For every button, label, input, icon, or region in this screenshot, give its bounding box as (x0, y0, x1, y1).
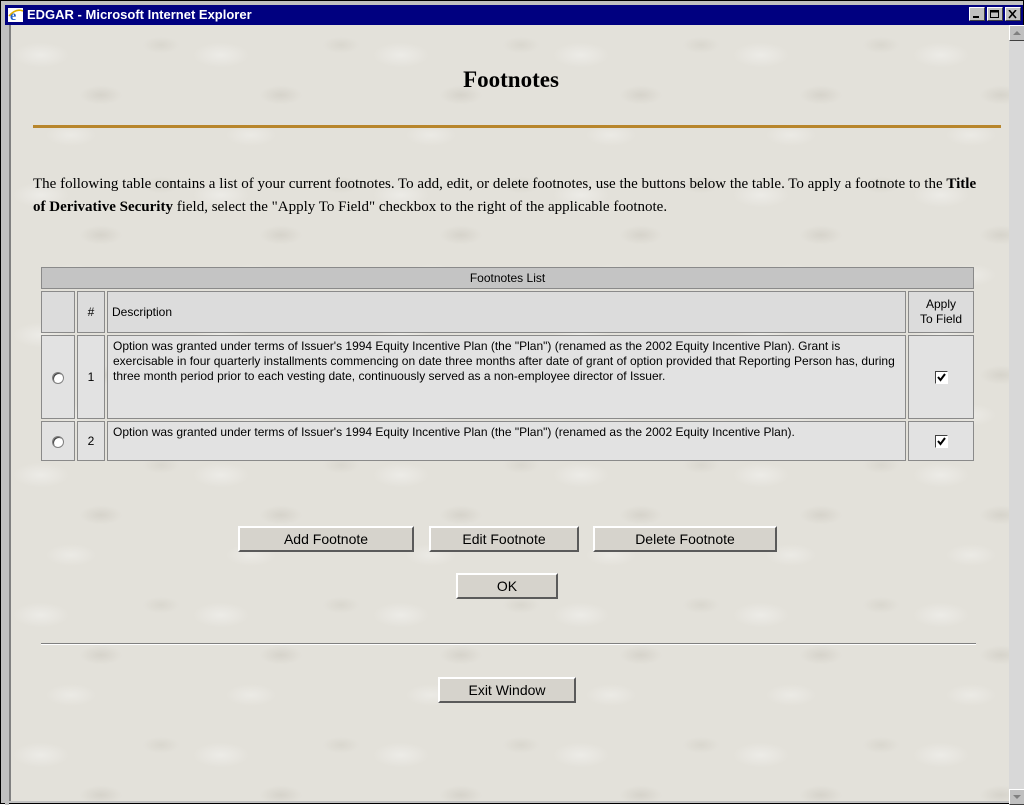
checkmark-icon (936, 373, 946, 382)
footnote-2-apply-checkbox[interactable] (934, 435, 948, 449)
close-button[interactable] (1005, 7, 1021, 21)
header-select (41, 291, 75, 333)
exit-window-button[interactable]: Exit Window (438, 677, 576, 703)
apply-cell (908, 335, 974, 419)
footnote-number: 2 (77, 421, 105, 461)
table-row: 2 Option was granted under terms of Issu… (41, 421, 974, 461)
add-footnote-button[interactable]: Add Footnote (238, 526, 414, 552)
header-apply-line2: To Field (919, 312, 963, 326)
intro-text: The following table contains a list of y… (33, 173, 983, 219)
internet-explorer-icon: e (8, 7, 24, 24)
table-row: 1 Option was granted under terms of Issu… (41, 335, 974, 419)
scroll-up-button[interactable] (1009, 25, 1024, 41)
arrow-up-icon (1013, 31, 1021, 35)
intro-text-part1: The following table contains a list of y… (33, 176, 947, 192)
page-title: Footnotes (463, 67, 559, 92)
title-bar[interactable]: e EDGAR - Microsoft Internet Explorer (5, 5, 1023, 25)
row-select-cell (41, 335, 75, 419)
ok-button[interactable]: OK (456, 573, 558, 599)
footnote-number: 1 (77, 335, 105, 419)
footnote-1-radio[interactable] (52, 371, 64, 384)
maximize-button[interactable] (987, 7, 1003, 21)
footnote-description: Option was granted under terms of Issuer… (107, 335, 906, 419)
intro-text-part2: field, select the "Apply To Field" check… (172, 199, 668, 215)
footnotes-table: Footnotes List # Description Apply To Fie… (39, 265, 976, 463)
delete-footnote-button[interactable]: Delete Footnote (593, 526, 777, 552)
vertical-scrollbar[interactable] (1009, 25, 1024, 805)
arrow-down-icon (1013, 795, 1021, 799)
apply-cell (908, 421, 974, 461)
window-title: EDGAR - Microsoft Internet Explorer (27, 7, 252, 22)
window-controls (967, 7, 1021, 23)
header-apply-line1: Apply (925, 297, 957, 311)
header-description: Description (107, 291, 906, 333)
scroll-down-button[interactable] (1009, 789, 1024, 805)
header-number: # (77, 291, 105, 333)
checkmark-icon (936, 437, 946, 446)
footnote-1-apply-checkbox[interactable] (934, 371, 948, 385)
page-content: Footnotes The following table contains a… (9, 25, 1011, 801)
footnote-2-radio[interactable] (52, 435, 64, 448)
edit-footnote-button[interactable]: Edit Footnote (429, 526, 579, 552)
minimize-button[interactable] (969, 7, 985, 21)
table-caption: Footnotes List (41, 267, 974, 289)
header-apply-to-field: Apply To Field (908, 291, 974, 333)
row-select-cell (41, 421, 75, 461)
browser-window: e EDGAR - Microsoft Internet Explorer Fo… (0, 0, 1024, 805)
title-divider (33, 125, 1001, 128)
section-divider (41, 643, 976, 645)
footnote-description: Option was granted under terms of Issuer… (107, 421, 906, 461)
